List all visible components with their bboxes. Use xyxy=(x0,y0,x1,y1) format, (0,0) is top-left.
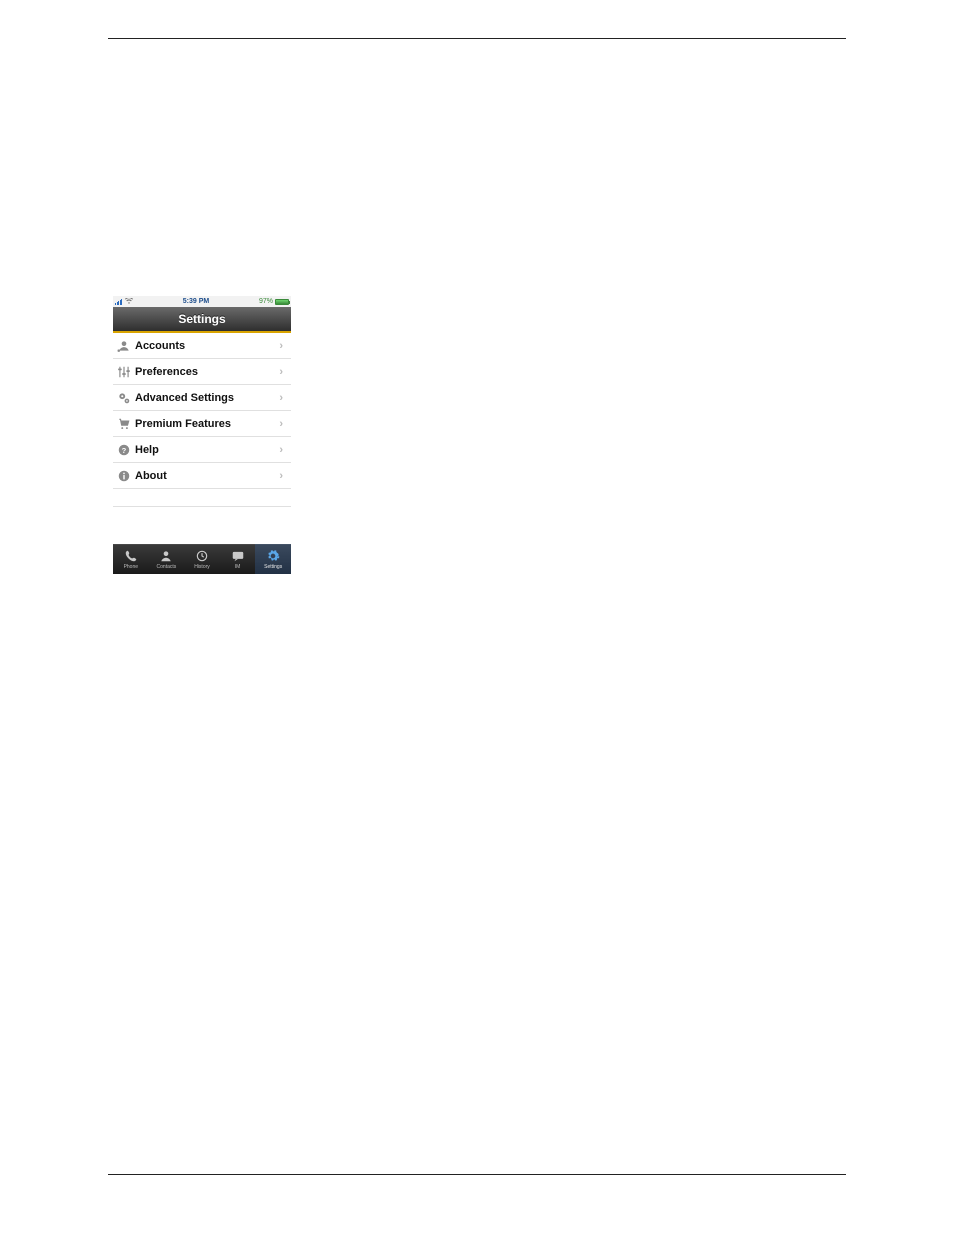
status-time: 5:39 PM xyxy=(183,298,209,305)
tab-im[interactable]: IM xyxy=(220,544,256,574)
tab-settings[interactable]: Settings xyxy=(255,544,291,574)
clock-icon xyxy=(195,548,209,564)
chevron-right-icon: › xyxy=(279,418,287,430)
row-premium-features[interactable]: Premium Features › xyxy=(113,411,291,437)
settings-list: Accounts › Preferences › xyxy=(113,333,291,507)
page-top-rule xyxy=(108,38,846,39)
svg-text:?: ? xyxy=(122,445,127,454)
row-label: Preferences xyxy=(135,366,279,378)
tab-label: IM xyxy=(235,564,241,570)
gear-icon xyxy=(266,548,280,564)
sliders-icon xyxy=(115,363,133,381)
cart-icon xyxy=(115,415,133,433)
chevron-right-icon: › xyxy=(279,366,287,378)
row-label: Accounts xyxy=(135,340,279,352)
info-icon xyxy=(115,467,133,485)
row-label: Help xyxy=(135,444,279,456)
chevron-right-icon: › xyxy=(279,340,287,352)
person-icon xyxy=(159,548,173,564)
row-preferences[interactable]: Preferences › xyxy=(113,359,291,385)
page-title: Settings xyxy=(178,312,225,326)
tab-bar: Phone Contacts History IM xyxy=(113,544,291,574)
tab-label: Phone xyxy=(124,564,138,570)
row-about[interactable]: About › xyxy=(113,463,291,489)
help-icon: ? xyxy=(115,441,133,459)
chevron-right-icon: › xyxy=(279,444,287,456)
status-left xyxy=(115,298,133,306)
battery-percent: 97% xyxy=(259,298,273,305)
row-label: Advanced Settings xyxy=(135,392,279,404)
row-help[interactable]: ? Help › xyxy=(113,437,291,463)
row-label: About xyxy=(135,470,279,482)
tab-phone[interactable]: Phone xyxy=(113,544,149,574)
phone-screenshot: 5:39 PM 97% Settings Accounts › xyxy=(113,296,291,574)
accounts-icon xyxy=(115,337,133,355)
signal-bars-icon xyxy=(115,299,122,305)
tab-label: Settings xyxy=(264,564,282,570)
gears-icon xyxy=(115,389,133,407)
phone-handset-icon xyxy=(124,548,138,564)
tab-label: History xyxy=(194,564,210,570)
battery-icon xyxy=(275,299,289,305)
chevron-right-icon: › xyxy=(279,392,287,404)
tab-contacts[interactable]: Contacts xyxy=(149,544,185,574)
row-advanced-settings[interactable]: Advanced Settings › xyxy=(113,385,291,411)
chat-icon xyxy=(231,548,245,564)
row-accounts[interactable]: Accounts › xyxy=(113,333,291,359)
chevron-right-icon: › xyxy=(279,470,287,482)
tab-label: Contacts xyxy=(157,564,177,570)
status-right: 97% xyxy=(259,298,289,305)
wifi-icon xyxy=(125,298,133,306)
status-bar: 5:39 PM 97% xyxy=(113,296,291,307)
list-separator xyxy=(113,489,291,507)
row-label: Premium Features xyxy=(135,418,279,430)
page-bottom-rule xyxy=(108,1174,846,1175)
nav-header: Settings xyxy=(113,307,291,333)
tab-history[interactable]: History xyxy=(184,544,220,574)
